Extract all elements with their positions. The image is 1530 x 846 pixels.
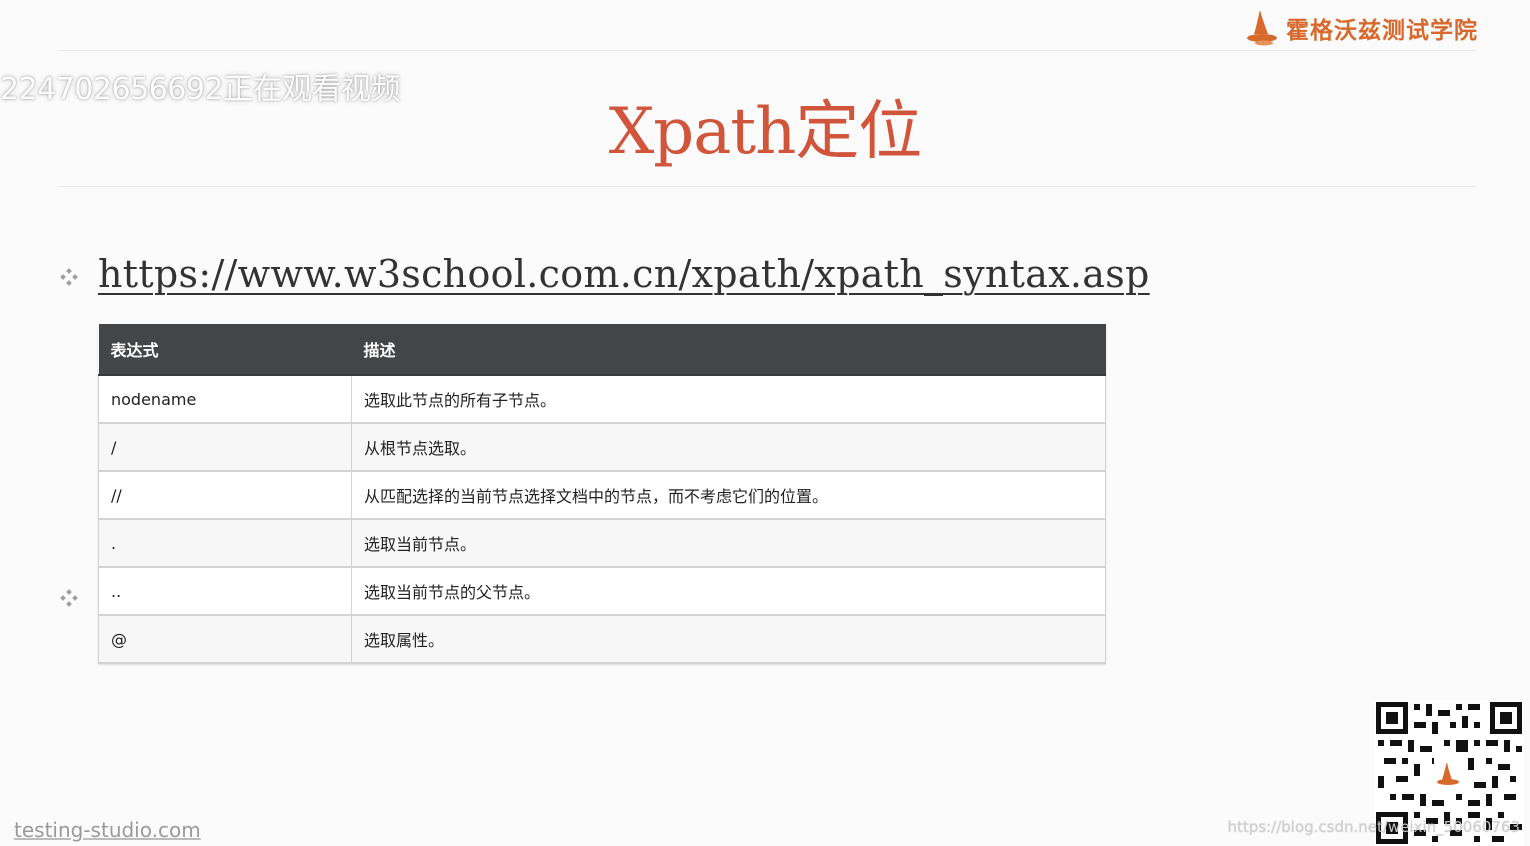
table-header-row: 表达式 描述 xyxy=(98,324,1106,376)
description-cell: 从根节点选取。 xyxy=(351,423,1106,472)
slide-canvas: 霍格沃兹测试学院 224702656692正在观看视频 Xpath定位 http… xyxy=(0,0,1530,846)
table-row: // 从匹配选择的当前节点选择文档中的节点，而不考虑它们的位置。 xyxy=(98,471,1106,520)
brand-logo-text: 霍格沃兹测试学院 xyxy=(1286,18,1478,44)
expression-cell: nodename xyxy=(98,375,352,424)
description-cell: 选取当前节点的父节点。 xyxy=(351,567,1106,616)
description-cell: 选取此节点的所有子节点。 xyxy=(351,375,1106,424)
expression-cell: . xyxy=(98,519,352,568)
header-divider xyxy=(58,50,1476,51)
brand-logo: 霍格沃兹测试学院 xyxy=(1246,6,1478,50)
description-cell: 选取当前节点。 xyxy=(351,519,1106,568)
diamond-cluster-bullet-icon xyxy=(60,268,78,286)
w3school-xpath-link[interactable]: https://www.w3school.com.cn/xpath/xpath_… xyxy=(98,252,1150,296)
table-row: .. 选取当前节点的父节点。 xyxy=(98,567,1106,616)
table-row: @ 选取属性。 xyxy=(98,615,1106,664)
title-divider xyxy=(58,186,1476,187)
column-header-expression: 表达式 xyxy=(98,324,352,376)
xpath-syntax-table: 表达式 描述 nodename 选取此节点的所有子节点。 / 从根节点选取。 /… xyxy=(98,324,1106,664)
table-row: / 从根节点选取。 xyxy=(98,423,1106,472)
description-cell: 从匹配选择的当前节点选择文档中的节点，而不考虑它们的位置。 xyxy=(351,471,1106,520)
column-header-description: 描述 xyxy=(351,324,1106,376)
csdn-watermark: https://blog.csdn.net/weixin_50060763 xyxy=(1227,818,1520,836)
expression-cell: @ xyxy=(98,615,352,664)
testing-studio-footer-link[interactable]: testing-studio.com xyxy=(14,818,201,842)
diamond-cluster-bullet-icon xyxy=(60,589,78,607)
table-row: nodename 选取此节点的所有子节点。 xyxy=(98,375,1106,424)
expression-cell: // xyxy=(98,471,352,520)
wizard-hat-logo-icon xyxy=(1247,10,1277,46)
table-row: . 选取当前节点。 xyxy=(98,519,1106,568)
description-cell: 选取属性。 xyxy=(351,615,1106,664)
expression-cell: .. xyxy=(98,567,352,616)
slide-title: Xpath定位 xyxy=(608,95,923,169)
expression-cell: / xyxy=(98,423,352,472)
